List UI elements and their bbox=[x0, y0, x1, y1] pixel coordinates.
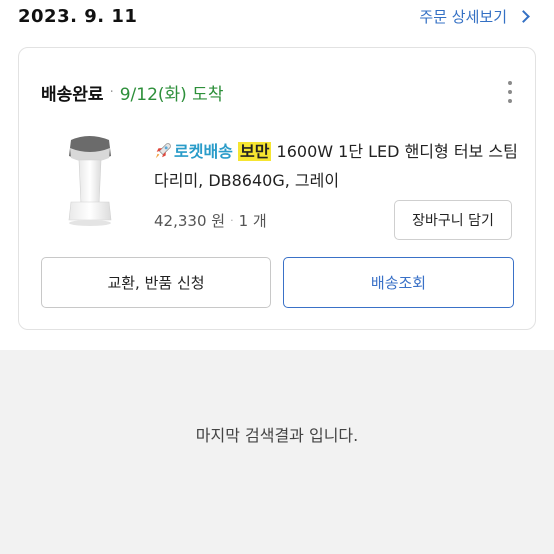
delivery-status: 배송완료 · 9/12(화) 도착 bbox=[41, 80, 223, 105]
end-of-results-text: 마지막 검색결과 입니다. bbox=[195, 426, 359, 445]
product-thumbnail[interactable] bbox=[61, 134, 117, 230]
track-delivery-button[interactable]: 배송조회 bbox=[283, 257, 514, 308]
price-row: 42,330 원 · 1 개 bbox=[154, 210, 267, 231]
add-to-cart-button[interactable]: 장바구니 담기 bbox=[394, 200, 512, 240]
price-separator: · bbox=[230, 214, 234, 227]
order-detail-label: 주문 상세보기 bbox=[419, 8, 507, 26]
exchange-return-button[interactable]: 교환, 반품 신청 bbox=[41, 257, 271, 308]
order-section: 2023. 9. 11 주문 상세보기 배송완료 · 9/12(화) 도착 로켓… bbox=[0, 0, 554, 350]
product-quantity: 1 개 bbox=[238, 212, 267, 230]
status-label: 배송완료 bbox=[41, 85, 104, 105]
status-separator: · bbox=[109, 85, 114, 100]
product-price: 42,330 원 bbox=[154, 212, 226, 230]
product-title[interactable]: 로켓배송 보만 1600W 1단 LED 핸디형 터보 스팀다리미, DB864… bbox=[154, 137, 524, 195]
order-date: 2023. 9. 11 bbox=[18, 6, 138, 27]
rocket-delivery-badge: 로켓배송 bbox=[174, 142, 233, 161]
brand-badge: 보만 bbox=[237, 142, 272, 161]
kebab-menu-icon[interactable] bbox=[507, 81, 513, 103]
chevron-right-icon bbox=[517, 10, 530, 23]
arrival-date: 9/12(화) 도착 bbox=[119, 85, 224, 105]
order-detail-link[interactable]: 주문 상세보기 bbox=[419, 6, 530, 27]
rocket-icon bbox=[155, 143, 171, 159]
order-card: 배송완료 · 9/12(화) 도착 로켓배송 보만 1600W 1단 LED 핸… bbox=[18, 47, 536, 330]
